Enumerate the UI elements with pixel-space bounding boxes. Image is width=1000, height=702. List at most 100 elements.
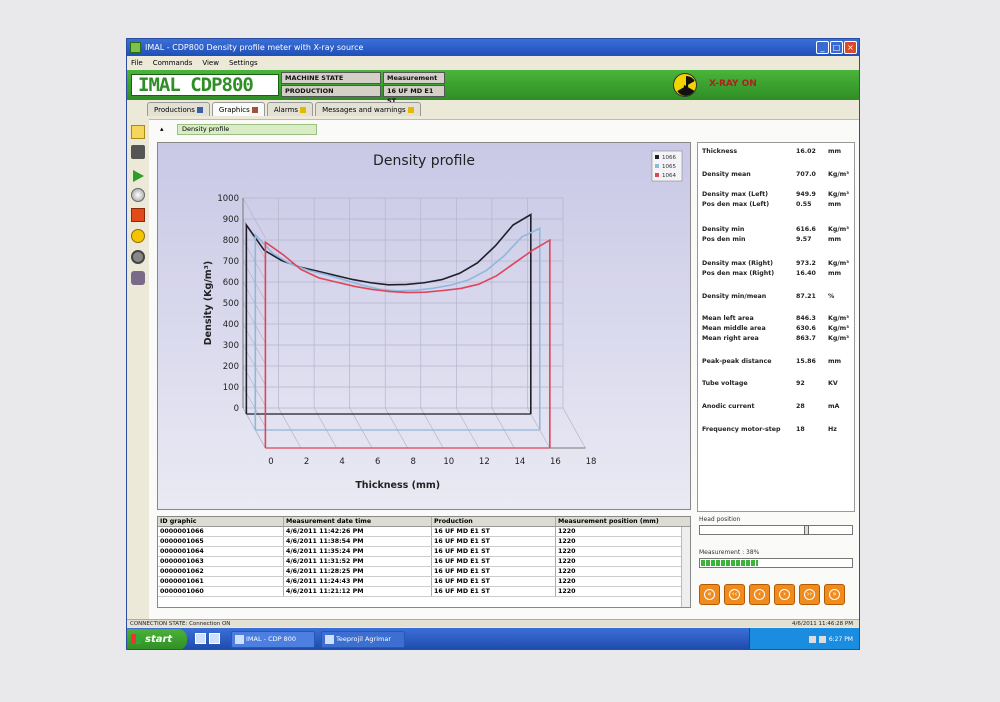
header-banner: IMAL CDP800 MACHINE STATE PRODUCTION Mea… [127, 70, 859, 105]
quicklaunch-desktop-icon[interactable] [209, 633, 220, 644]
tool-column [127, 123, 149, 303]
y-tick-label: 600 [223, 278, 239, 288]
menu-settings[interactable]: Settings [229, 56, 258, 70]
legend-label: 1064 [662, 173, 676, 179]
measurement-row: Density min 616.6 Kg/m³ [702, 226, 852, 234]
first-button[interactable]: « [699, 584, 720, 605]
rewind-button[interactable]: ‹‹ [724, 584, 745, 605]
graphics-panel: ▴ Density profile 0 100 200 300 400 500 600 700… [149, 119, 859, 619]
measurement-row: Pos den max (Right) 16.40 mm [702, 270, 852, 278]
quicklaunch-ie-icon[interactable] [195, 633, 206, 644]
settings-icon[interactable] [131, 271, 145, 285]
table-cell: 4/6/2011 11:42:26 PM [284, 527, 432, 536]
status-light-icon[interactable] [131, 229, 145, 243]
x-tick-label: 4 [339, 457, 344, 467]
chart-title: Density profile [373, 153, 475, 169]
status-datetime: 4/6/2011 11:46:28 PM [792, 621, 853, 627]
tools-icon[interactable] [131, 145, 145, 159]
previous-button[interactable]: ‹ [749, 584, 770, 605]
minimize-button[interactable]: _ [816, 41, 829, 54]
table-cell: 16 UF MD E1 ST [432, 587, 556, 596]
measurement-row: Anodic current 28 mA [702, 403, 852, 411]
tab-graphics[interactable]: Graphics [211, 102, 265, 116]
task-second[interactable]: Teeprojil Agrimar [321, 631, 405, 648]
table-cell: 0000001062 [158, 567, 284, 576]
menu-view[interactable]: View [202, 56, 219, 70]
legend-label: 1066 [662, 155, 676, 161]
warning-icon [407, 107, 414, 113]
tab-alarms[interactable]: Alarms [266, 102, 314, 116]
maximize-button[interactable]: □ [830, 41, 843, 54]
menu-commands[interactable]: Commands [153, 56, 193, 70]
table-row[interactable]: 0000001063 4/6/2011 11:31:52 PM 16 UF MD E… [158, 557, 690, 567]
measurement-unit: mm [828, 236, 842, 243]
tab-productions[interactable]: Productions [147, 102, 210, 116]
measurement-unit: Kg/m³ [828, 335, 850, 342]
tray-icon[interactable] [818, 636, 826, 643]
rewind-icon: ‹‹ [729, 589, 740, 600]
measurement-unit: % [828, 293, 835, 300]
grid-line [562, 407, 586, 449]
head-position-label: Head position [699, 516, 741, 523]
table-cell: 0000001061 [158, 577, 284, 586]
tab-bar: Productions Graphics Alarms Messages and… [147, 102, 421, 116]
folder-icon[interactable] [131, 125, 145, 139]
play-icon[interactable] [131, 168, 145, 182]
measurement-unit: Hz [828, 426, 837, 433]
start-button[interactable]: start [127, 629, 187, 649]
app-window: IMAL - CDP800 Density profile meter with… [126, 38, 860, 650]
last-button[interactable]: » [824, 584, 845, 605]
column-header[interactable]: Measurement date time [284, 517, 432, 526]
y-tick-label: 300 [223, 341, 239, 351]
column-header[interactable]: ID graphic [158, 517, 284, 526]
tab-messages[interactable]: Messages and warnings [315, 102, 421, 116]
title-bar: IMAL - CDP800 Density profile meter with… [127, 39, 859, 56]
head-position-slider[interactable] [699, 525, 853, 535]
table-header: ID graphic Measurement date time Product… [158, 517, 690, 527]
collapse-icon[interactable]: ▴ [160, 125, 164, 134]
column-header[interactable]: Production [432, 517, 556, 526]
first-icon: « [704, 589, 715, 600]
menu-file[interactable]: File [131, 56, 143, 70]
calibrate-icon[interactable] [131, 250, 145, 264]
y-tick-label: 100 [223, 383, 239, 393]
measurement-unit: mm [828, 201, 842, 208]
task-imal[interactable]: IMAL - CDP 800 Densi... [231, 631, 315, 648]
measurement-label: Tube voltage [702, 380, 748, 387]
tray-icon[interactable] [808, 636, 816, 643]
table-row[interactable]: 0000001064 4/6/2011 11:35:24 PM 16 UF MD E… [158, 547, 690, 557]
measurement-value: 0.55 [796, 201, 812, 208]
x-tick-label: 14 [514, 457, 525, 467]
table-cell: 4/6/2011 11:24:43 PM [284, 577, 432, 586]
measurement-progress-fill [701, 560, 758, 566]
machine-state-value: PRODUCTION [281, 85, 381, 97]
table-scrollbar[interactable] [681, 527, 690, 607]
measurement-row: Mean left area 846.3 Kg/m³ [702, 315, 852, 323]
legend-swatch [655, 164, 659, 168]
measurement-label: Density max (Right) [702, 260, 774, 267]
column-header[interactable]: Measurement position (mm) [556, 517, 680, 526]
table-row[interactable]: 0000001065 4/6/2011 11:38:54 PM 16 UF MD E… [158, 537, 690, 547]
measurement-value: 15.86 [796, 358, 816, 365]
imal-logo: IMAL CDP800 [131, 74, 279, 96]
measurement-row: Density max (Left) 949.9 Kg/m³ [702, 191, 852, 199]
stop-icon[interactable] [131, 208, 145, 222]
table-row[interactable]: 0000001062 4/6/2011 11:28:25 PM 16 UF MD E… [158, 567, 690, 577]
next-button[interactable]: › [774, 584, 795, 605]
chart-icon [251, 107, 258, 113]
measurement-label: Pos den max (Left) [702, 201, 770, 208]
measurement-value: 863.7 [796, 335, 816, 342]
measurement-row: Tube voltage 92 KV [702, 380, 852, 388]
head-position-thumb[interactable] [803, 525, 809, 535]
legend-label: 1065 [662, 164, 676, 170]
series-line-1064 [264, 238, 551, 448]
forward-button[interactable]: ›› [799, 584, 820, 605]
x-tick-label: 12 [479, 457, 490, 467]
measurement-value: 9.57 [796, 236, 812, 243]
table-row[interactable]: 0000001060 4/6/2011 11:21:12 PM 16 UF MD E… [158, 587, 690, 597]
pause-icon[interactable] [131, 188, 145, 202]
close-button[interactable]: × [844, 41, 857, 54]
table-row[interactable]: 0000001066 4/6/2011 11:42:26 PM 16 UF MD E… [158, 527, 690, 537]
progress-panel: Head position Measurement : 38% « ‹‹ ‹ ›… [697, 516, 855, 612]
table-row[interactable]: 0000001061 4/6/2011 11:24:43 PM 16 UF MD E… [158, 577, 690, 587]
